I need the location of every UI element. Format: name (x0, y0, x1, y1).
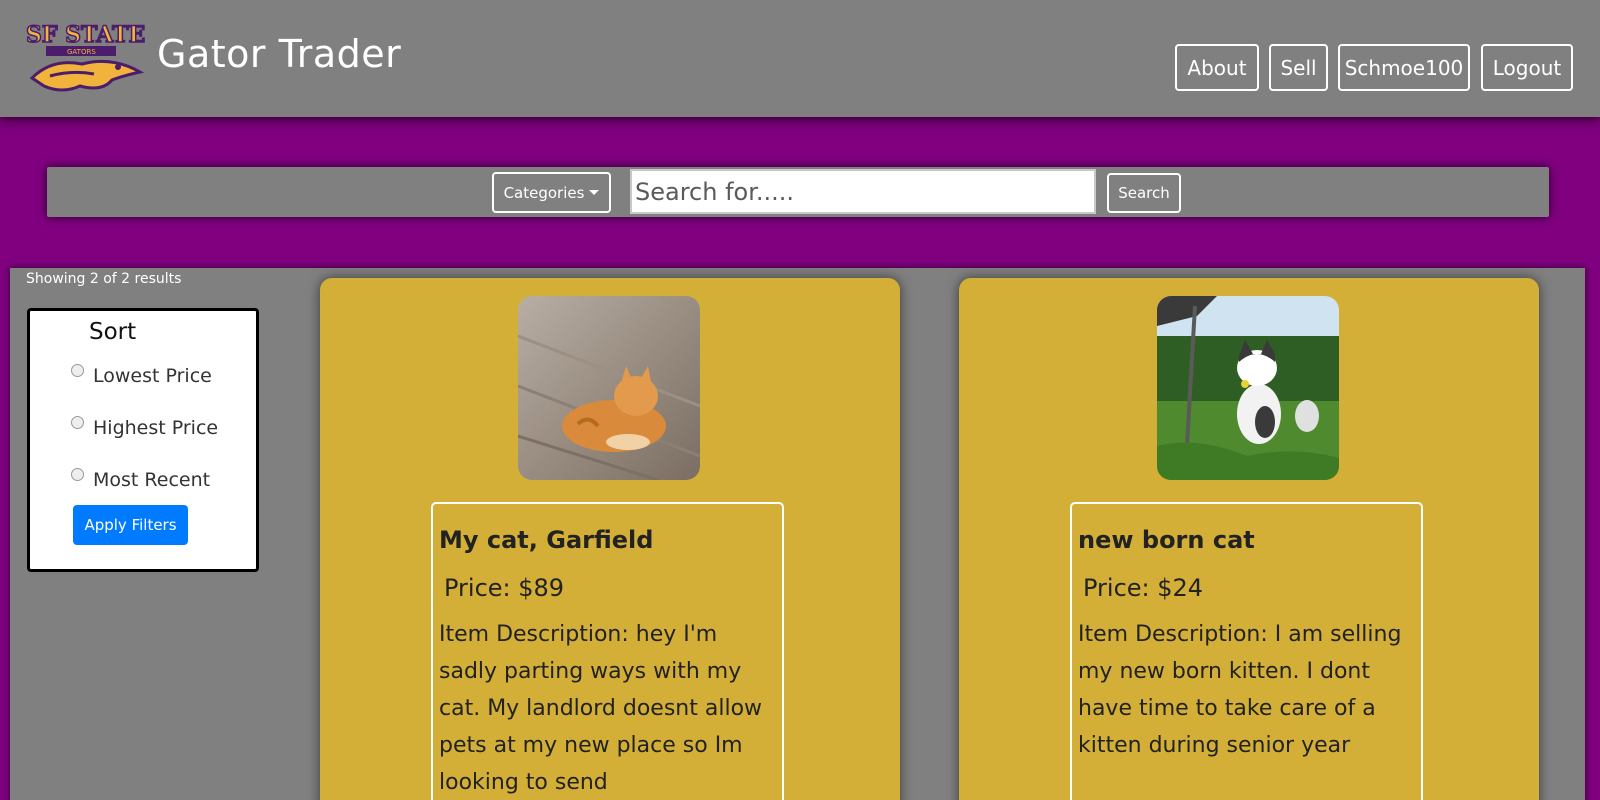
item-details: My cat, Garfield Price: $89 Item Descrip… (431, 502, 784, 800)
top-navbar: SF STATE GATORS Gator Trader About Sell … (0, 0, 1600, 117)
item-image-kitten[interactable] (1157, 296, 1339, 480)
caret-down-icon (589, 190, 600, 195)
radio-highest-price[interactable] (71, 416, 84, 429)
svg-text:GATORS: GATORS (67, 48, 96, 56)
item-title[interactable]: new born cat (1078, 526, 1255, 554)
apply-filters-button[interactable]: Apply Filters (73, 505, 188, 545)
sf-state-gators-logo[interactable]: SF STATE GATORS (22, 20, 146, 98)
item-details: new born cat Price: $24 Item Description… (1070, 502, 1423, 800)
user-account-button[interactable]: Schmoe100 (1338, 44, 1470, 91)
sort-option-label: Highest Price (93, 417, 219, 439)
categories-dropdown[interactable]: Categories (492, 172, 611, 213)
item-price: Price: $24 (1083, 574, 1204, 602)
item-price: Price: $89 (444, 574, 565, 602)
sort-option-highest-price[interactable]: Highest Price (71, 412, 218, 439)
item-card[interactable]: My cat, Garfield Price: $89 Item Descrip… (320, 278, 900, 800)
radio-lowest-price[interactable] (71, 364, 84, 377)
sort-option-most-recent[interactable]: Most Recent (71, 464, 210, 491)
item-image-orange-cat[interactable] (518, 296, 700, 480)
sort-panel: Sort Lowest Price Highest Price Most Rec… (27, 308, 259, 572)
sell-button[interactable]: Sell (1269, 44, 1328, 91)
radio-most-recent[interactable] (71, 468, 84, 481)
sort-option-lowest-price[interactable]: Lowest Price (71, 360, 212, 387)
sort-option-label: Most Recent (93, 469, 211, 491)
about-button[interactable]: About (1175, 44, 1259, 91)
sort-title: Sort (89, 319, 137, 345)
categories-label: Categories (503, 183, 585, 202)
item-card[interactable]: new born cat Price: $24 Item Description… (959, 278, 1539, 800)
item-title[interactable]: My cat, Garfield (439, 526, 653, 554)
brand-title[interactable]: Gator Trader (157, 32, 401, 76)
item-description: Item Description: hey I'm sadly parting … (439, 622, 763, 795)
search-input[interactable] (630, 169, 1096, 214)
item-description: Item Description: I am selling my new bo… (1078, 622, 1402, 758)
search-button[interactable]: Search (1107, 173, 1181, 213)
logout-button[interactable]: Logout (1481, 44, 1573, 91)
sort-option-label: Lowest Price (93, 365, 212, 387)
svg-text:SF STATE: SF STATE (26, 22, 145, 48)
results-summary: Showing 2 of 2 results (26, 271, 182, 287)
search-bar: Categories Search (47, 167, 1549, 217)
